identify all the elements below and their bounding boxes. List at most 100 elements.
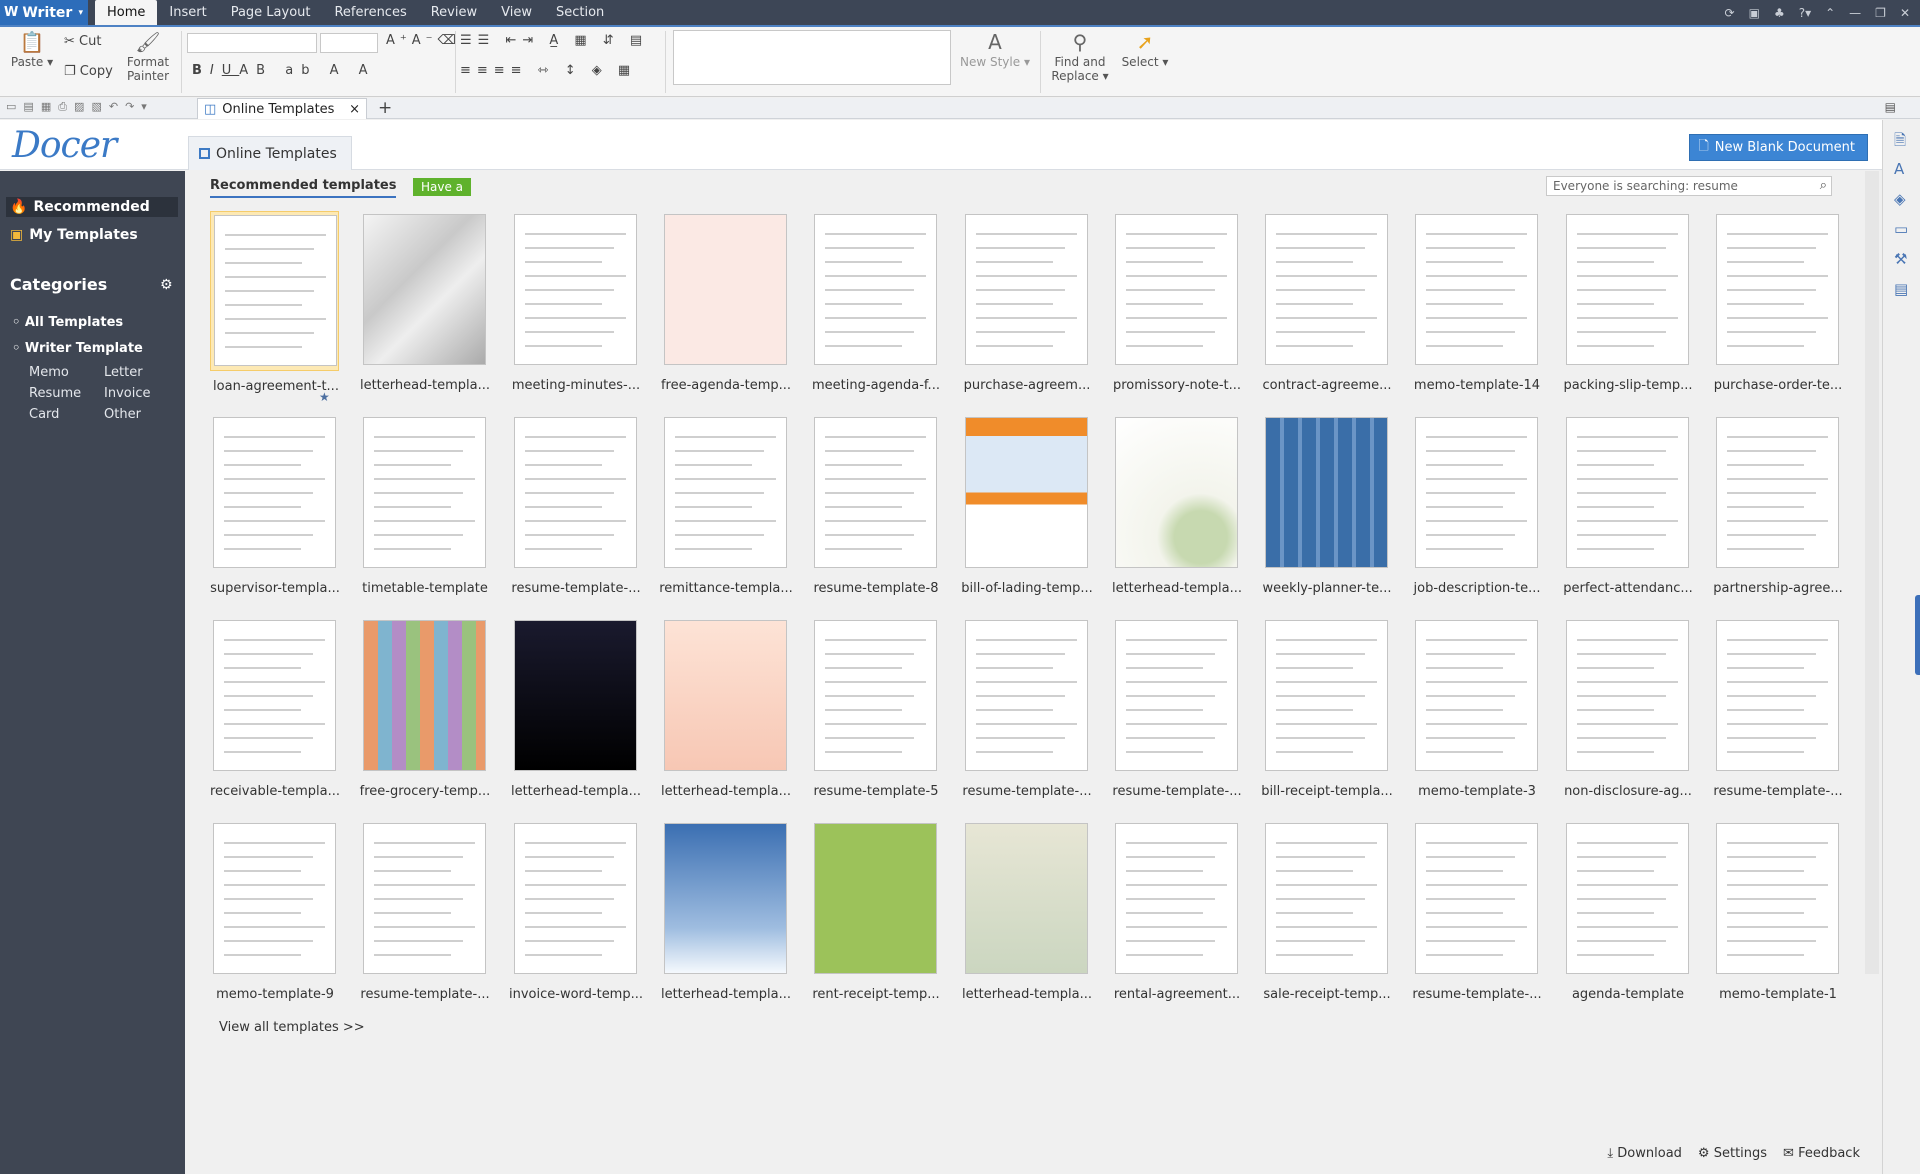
redo-icon[interactable]: ↷ [125, 100, 134, 114]
template-thumbnail[interactable] [1265, 823, 1388, 974]
menu-page-layout[interactable]: Page Layout [219, 0, 323, 25]
template-label[interactable]: resume-template-... [506, 581, 646, 596]
template-label[interactable]: meeting-minutes-... [506, 378, 646, 393]
font-grow-shrink-buttons[interactable]: A⁺A⁻⌫ [386, 33, 461, 48]
template-card[interactable]: rent-receipt-temp... [811, 820, 940, 1002]
paste-button[interactable]: 📋 Paste ▾ [8, 31, 56, 69]
template-card[interactable]: invoice-word-temp... [509, 820, 643, 1002]
template-card[interactable]: partnership-agree... [1713, 414, 1843, 596]
selection-icon[interactable]: ▭ [1894, 220, 1908, 238]
template-thumbnail[interactable] [213, 823, 336, 974]
template-thumbnail[interactable] [1716, 620, 1839, 771]
download-link[interactable]: ⤓ Download [1607, 1146, 1682, 1161]
template-label[interactable]: letterhead-templa... [957, 987, 1097, 1002]
view-all-templates-link[interactable]: View all templates >> [219, 1020, 365, 1035]
subcategory-memo[interactable]: Memo [29, 365, 69, 380]
font-style-buttons[interactable]: BIUAB ab A A [192, 63, 376, 78]
template-label[interactable]: letterhead-templa... [355, 378, 495, 393]
template-thumbnail[interactable] [1566, 823, 1689, 974]
find-replace-button[interactable]: ⚲ Find and Replace ▾ [1048, 31, 1112, 83]
template-thumbnail[interactable] [514, 823, 637, 974]
template-thumbnail[interactable] [1115, 214, 1238, 365]
template-card[interactable]: memo-template-14 [1412, 211, 1541, 393]
template-card[interactable]: resume-template-... [1713, 617, 1843, 799]
template-card[interactable]: promissory-note-t... [1112, 211, 1241, 393]
template-label[interactable]: receivable-templa... [205, 784, 345, 799]
template-card[interactable]: letterhead-templa... [661, 617, 791, 799]
template-thumbnail[interactable] [1265, 620, 1388, 771]
template-label[interactable]: agenda-template [1558, 987, 1698, 1002]
have-a-badge[interactable]: Have a [413, 178, 472, 196]
template-label[interactable]: letterhead-templa... [656, 784, 796, 799]
template-card[interactable]: resume-template-... [1112, 617, 1242, 799]
new-style-button[interactable]: A New Style ▾ [958, 31, 1032, 69]
template-thumbnail[interactable] [363, 214, 486, 365]
template-card[interactable]: bill-receipt-templa... [1261, 617, 1393, 799]
collapse-ribbon-icon[interactable]: ⌃ [1825, 6, 1835, 20]
menu-home[interactable]: Home [95, 0, 158, 25]
template-thumbnail[interactable] [965, 417, 1088, 568]
template-thumbnail[interactable] [965, 823, 1088, 974]
tools-icon[interactable]: ⚒ [1894, 250, 1907, 268]
template-label[interactable]: purchase-order-te... [1708, 378, 1848, 393]
template-label[interactable]: memo-template-14 [1407, 378, 1547, 393]
template-label[interactable]: purchase-agreem... [957, 378, 1097, 393]
template-card[interactable]: contract-agreeme... [1262, 211, 1392, 393]
category-all-templates[interactable]: ◦ All Templates [12, 315, 123, 330]
template-label[interactable]: resume-template-... [957, 784, 1097, 799]
sidebar-item-recommended[interactable]: 🔥 Recommended [6, 197, 178, 217]
template-thumbnail[interactable] [1115, 823, 1238, 974]
template-thumbnail[interactable] [213, 417, 336, 568]
font-name-select[interactable] [187, 33, 317, 53]
template-thumbnail[interactable] [664, 214, 787, 365]
undo-icon[interactable]: ↶ [109, 100, 118, 114]
copy-button[interactable]: ❐ Copy [64, 64, 113, 79]
template-card[interactable]: memo-template-9 [210, 820, 339, 1002]
cut-button[interactable]: ✂ Cut [64, 34, 101, 49]
template-thumbnail[interactable] [1566, 620, 1689, 771]
template-card[interactable]: resume-template-5 [811, 617, 940, 799]
close-tab-icon[interactable]: × [349, 102, 360, 117]
subcategory-invoice[interactable]: Invoice [104, 386, 150, 401]
template-label[interactable]: partnership-agree... [1708, 581, 1848, 596]
template-thumbnail[interactable] [363, 417, 486, 568]
menu-references[interactable]: References [322, 0, 418, 25]
template-card[interactable]: purchase-order-te... [1713, 211, 1842, 393]
template-thumbnail[interactable] [1115, 620, 1238, 771]
template-label[interactable]: resume-template-... [1407, 987, 1547, 1002]
template-card[interactable]: meeting-agenda-f... [811, 211, 940, 393]
template-thumbnail[interactable] [814, 417, 937, 568]
template-card[interactable]: rental-agreement... [1112, 820, 1241, 1002]
template-thumbnail[interactable] [1265, 417, 1388, 568]
template-thumbnail[interactable] [514, 620, 637, 771]
new-tab-button[interactable]: + [378, 98, 392, 118]
template-card[interactable]: memo-template-3 [1412, 617, 1541, 799]
new-blank-document-button[interactable]: 🗋 New Blank Document [1689, 134, 1868, 161]
template-card[interactable]: packing-slip-temp... [1563, 211, 1693, 393]
template-card[interactable]: letterhead-templa... [661, 820, 791, 1002]
template-card[interactable]: perfect-attendanc... [1563, 414, 1693, 596]
template-label[interactable]: job-description-te... [1407, 581, 1547, 596]
save-icon[interactable]: ▤ [23, 100, 33, 114]
template-card[interactable]: resume-template-8 [811, 414, 940, 596]
template-label[interactable]: weekly-planner-te... [1257, 581, 1397, 596]
template-thumbnail[interactable] [1566, 214, 1689, 365]
template-label[interactable]: timetable-template [355, 581, 495, 596]
menu-review[interactable]: Review [419, 0, 489, 25]
template-card[interactable]: meeting-minutes-... [511, 211, 640, 393]
template-card[interactable]: letterhead-templa... [511, 617, 641, 799]
backup-icon[interactable]: ▤ [1894, 280, 1908, 298]
template-thumbnail[interactable] [363, 823, 486, 974]
template-card[interactable]: free-grocery-temp... [360, 617, 490, 799]
template-card[interactable]: resume-template-... [360, 820, 490, 1002]
template-card[interactable]: remittance-templa... [659, 414, 793, 596]
template-card[interactable]: memo-template-1 [1713, 820, 1842, 1002]
template-thumbnail[interactable] [1415, 620, 1538, 771]
template-label[interactable]: non-disclosure-ag... [1558, 784, 1698, 799]
recommended-templates-tab[interactable]: Recommended templates [210, 178, 397, 198]
tab-online-templates[interactable]: ◫ Online Templates × [197, 98, 367, 119]
docer-logo[interactable]: Docer [12, 125, 117, 166]
template-card[interactable]: weekly-planner-te... [1262, 414, 1391, 596]
template-label[interactable]: memo-template-9 [205, 987, 345, 1002]
template-card[interactable]: sale-receipt-temp... [1262, 820, 1391, 1002]
